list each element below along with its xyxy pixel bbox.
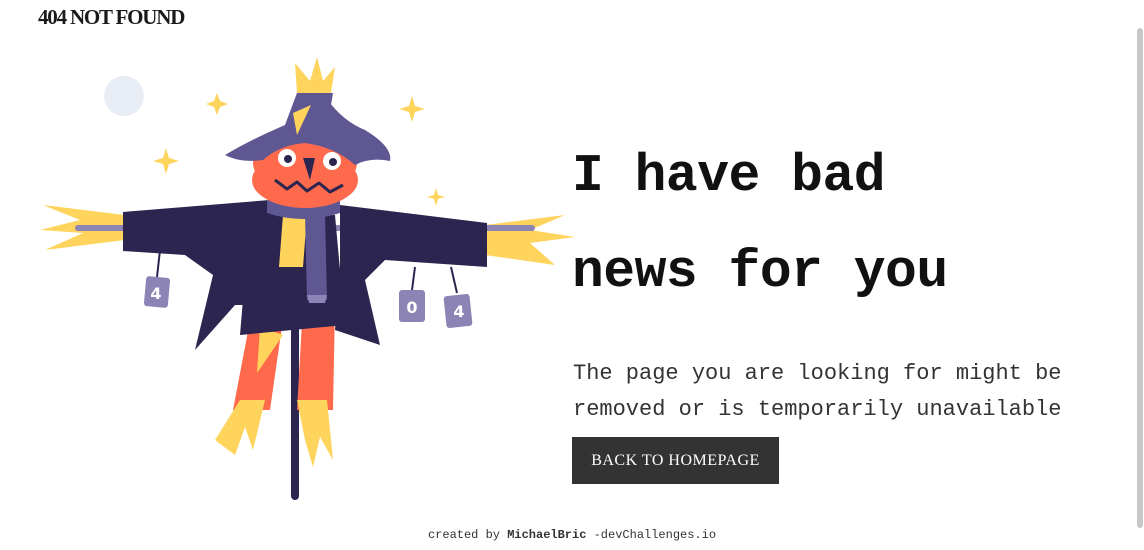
can-label: 4 bbox=[453, 302, 464, 321]
can-label: 4 bbox=[150, 284, 161, 303]
scrollbar-track[interactable] bbox=[1136, 0, 1144, 550]
back-to-homepage-button[interactable]: BACK TO HOMEPAGE bbox=[572, 437, 779, 484]
scarecrow-illustration: 4 0 4 bbox=[40, 57, 575, 500]
headline-line-1: I have bad bbox=[572, 146, 886, 206]
scrollbar-thumb[interactable] bbox=[1137, 28, 1143, 528]
footer: created by MichaelBric -devChallenges.io bbox=[0, 528, 1144, 542]
headline: I have bad news for you bbox=[572, 128, 1072, 320]
can-label: 0 bbox=[406, 298, 417, 317]
error-message: The page you are looking for might be re… bbox=[573, 361, 1062, 422]
footer-author-link[interactable]: MichaelBric bbox=[507, 528, 586, 542]
headline-line-2: news for you bbox=[572, 242, 948, 302]
moon-icon bbox=[104, 76, 144, 116]
site-brand: 404 NOT FOUND bbox=[38, 5, 185, 29]
footer-suffix: -devChallenges.io bbox=[586, 528, 717, 542]
footer-prefix: created by bbox=[427, 528, 508, 542]
